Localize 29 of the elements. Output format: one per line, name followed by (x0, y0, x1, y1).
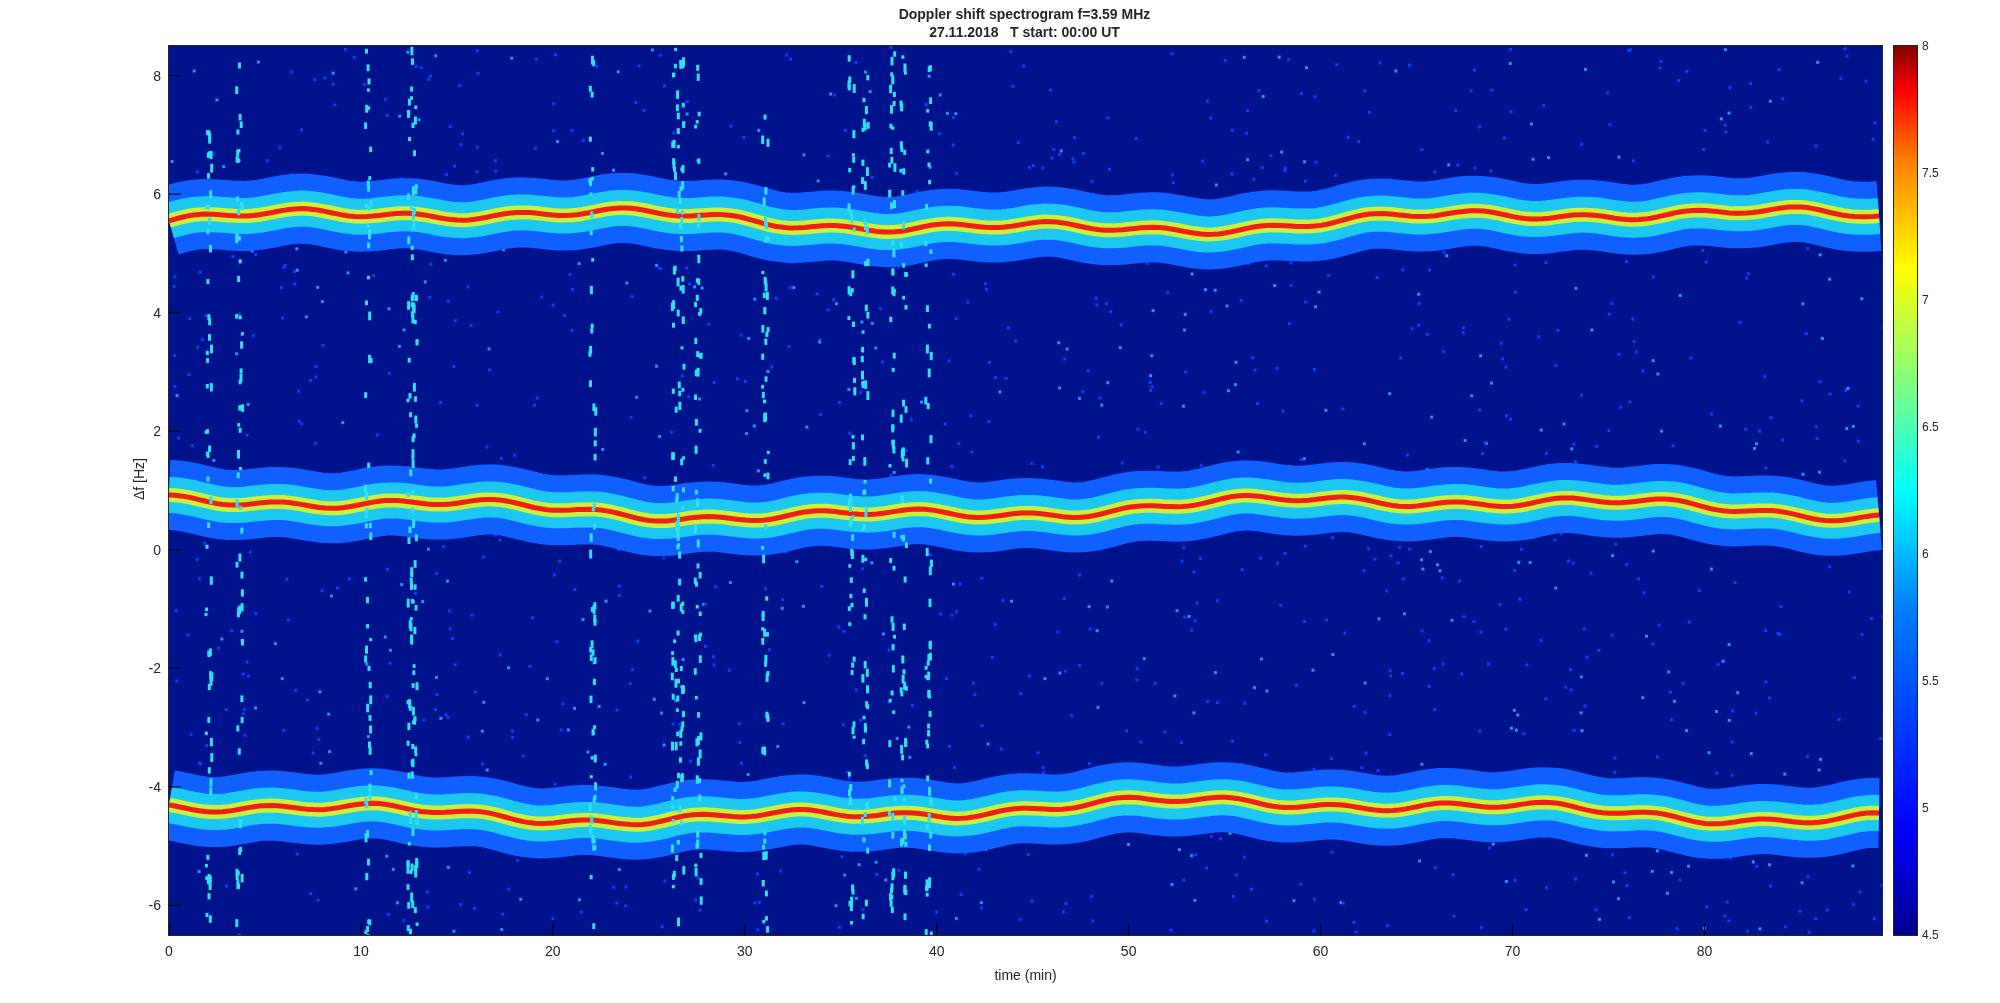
x-tick-label: 70 (1504, 943, 1521, 959)
colorbar-tick-label: 6 (1922, 547, 1929, 561)
y-tick-label: 0 (153, 541, 161, 558)
y-tick-label: 4 (153, 304, 161, 321)
y-tick-label: 2 (153, 423, 161, 440)
colorbar-tick-label: 5.5 (1922, 674, 1939, 688)
colorbar-tick-label: 8 (1922, 39, 1929, 53)
x-tick-label: 40 (928, 943, 945, 959)
x-tick-label: 0 (165, 943, 173, 959)
x-tick-label: 10 (353, 943, 369, 959)
y-tick-label: -4 (148, 778, 161, 795)
y-tick-label: 8 (153, 67, 161, 84)
chart-title: Doppler shift spectrogram f=3.59 MHz (898, 5, 1151, 23)
x-tick-label: 30 (737, 943, 753, 959)
y-tick-label: -2 (148, 660, 161, 677)
x-tick-label: 80 (1696, 943, 1713, 959)
y-tick-label: -6 (148, 897, 161, 914)
colorbar-tick-label: 5 (1922, 801, 1929, 815)
x-tick-label: 20 (545, 943, 561, 959)
colorbar-tick-label: 6.5 (1922, 420, 1939, 434)
colorbar-tick-label: 4.5 (1922, 928, 1939, 942)
colorbar-tick-label: 7.5 (1922, 166, 1939, 180)
y-tick-label: 6 (153, 186, 161, 203)
x-tick-label: 50 (1120, 943, 1137, 959)
x-axis-label: time (min) (994, 967, 1057, 983)
chart-title: 27.11.2018 T start: 00:00 UT (929, 23, 1120, 41)
y-axis-label: Δf [Hz] (131, 457, 147, 500)
x-tick-label: 60 (1312, 943, 1329, 959)
colorbar-tick-label: 7 (1922, 293, 1929, 307)
